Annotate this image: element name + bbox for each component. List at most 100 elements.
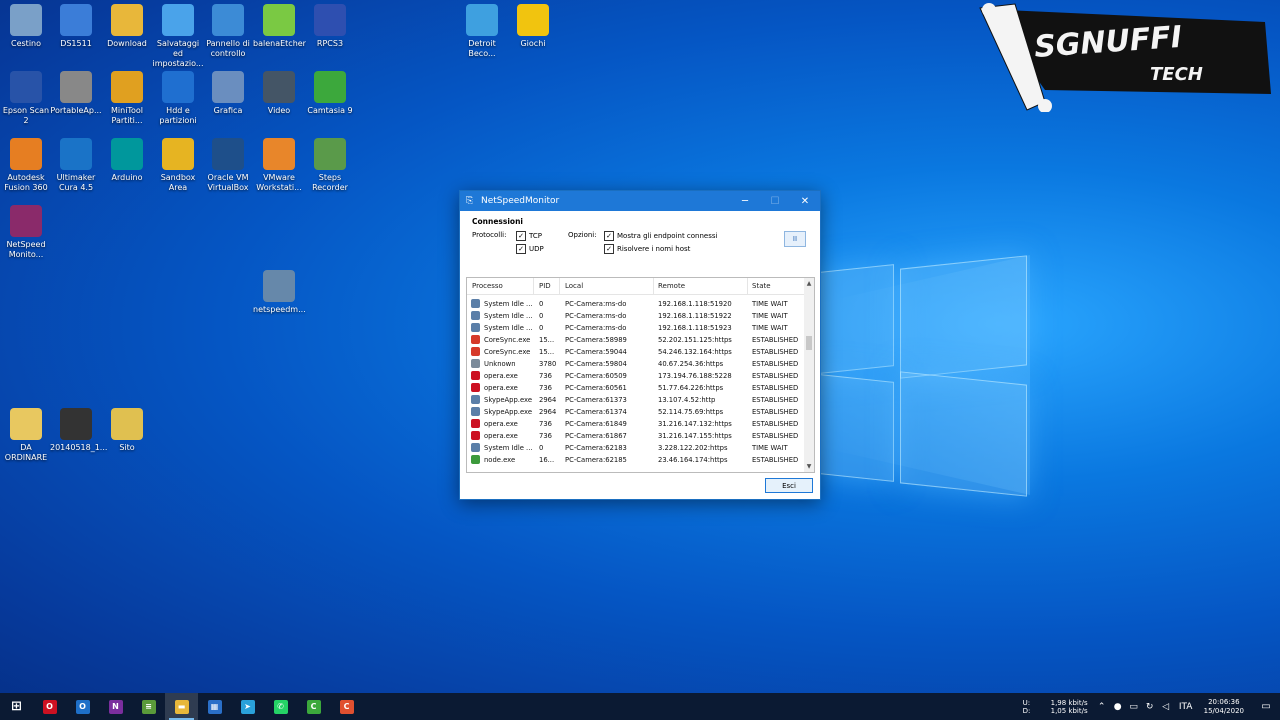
desktop-icon[interactable]: VMware Workstati... bbox=[253, 138, 305, 193]
table-row[interactable]: System Idle ... 0 PC-Camera:ms-do 192.168.1… bbox=[467, 298, 805, 310]
table-row[interactable]: SkypeApp.exe 2964 PC-Camera:61374 52.114.75… bbox=[467, 406, 805, 418]
cell-state: ESTABLISHED bbox=[752, 348, 799, 356]
chevron-up-icon[interactable]: ⌃ bbox=[1094, 702, 1110, 712]
cell-pid: 736 bbox=[539, 420, 552, 428]
coresync-icon bbox=[471, 347, 480, 356]
sync-icon[interactable]: ↻ bbox=[1142, 702, 1158, 712]
table-row[interactable]: SkypeApp.exe 2964 PC-Camera:61373 13.107.4.… bbox=[467, 394, 805, 406]
taskbar-notepadpp[interactable]: ≡ bbox=[132, 693, 165, 720]
desktop-icon[interactable]: DA ORDINARE bbox=[0, 408, 52, 463]
cell-state: ESTABLISHED bbox=[752, 384, 799, 392]
desktop-icon[interactable]: NetSpeed Monito... bbox=[0, 205, 52, 260]
desktop-icon[interactable]: RPCS3 bbox=[304, 4, 356, 49]
scroll-down-icon[interactable]: ▼ bbox=[805, 463, 813, 470]
column-header-remote[interactable]: Remote bbox=[658, 282, 685, 290]
taskbar-store[interactable]: ▦ bbox=[198, 693, 231, 720]
desktop-icon[interactable]: Download bbox=[101, 4, 153, 49]
desktop-icon[interactable]: Grafica bbox=[202, 71, 254, 116]
table-row[interactable]: opera.exe 736 PC-Camera:61867 31.216.147.15… bbox=[467, 430, 805, 442]
start-button[interactable]: ⊞ bbox=[0, 693, 33, 720]
netspeed-readout[interactable]: U: 1,98 kbit/s D: 1,05 kbit/s bbox=[1023, 699, 1088, 715]
desktop-icon[interactable]: Sandbox Area bbox=[152, 138, 204, 193]
notification-icon[interactable]: ▭ bbox=[1252, 701, 1280, 712]
table-row[interactable]: CoreSync.exe 15... PC-Camera:59044 54.246.1… bbox=[467, 346, 805, 358]
desktop-icon[interactable]: Oracle VM VirtualBox bbox=[202, 138, 254, 193]
window-titlebar[interactable]: ⎘ NetSpeedMonitor ─ ☐ ✕ bbox=[460, 191, 820, 211]
show-endpoints-checkbox[interactable]: ✓ Mostra gli endpoint connessi bbox=[604, 231, 717, 241]
desktop-icon[interactable]: Steps Recorder bbox=[304, 138, 356, 193]
cell-pid: 16... bbox=[539, 456, 555, 464]
desktop-icon[interactable]: MiniTool Partiti... bbox=[101, 71, 153, 126]
tcp-checkbox[interactable]: ✓ TCP bbox=[516, 231, 542, 241]
clock-time: 20:06:36 bbox=[1208, 697, 1240, 706]
taskbar-opera[interactable]: O bbox=[33, 693, 66, 720]
cell-local: PC-Camera:62183 bbox=[565, 444, 627, 452]
taskbar-camtasia-recorder[interactable]: C bbox=[330, 693, 363, 720]
volume-icon[interactable]: ◁ bbox=[1158, 702, 1174, 712]
scroll-thumb[interactable] bbox=[806, 336, 812, 350]
desktop-icon[interactable]: Ultimaker Cura 4.5 bbox=[50, 138, 102, 193]
rpcs3-icon bbox=[314, 4, 346, 36]
column-header-pid[interactable]: PID bbox=[539, 282, 551, 290]
connections-list[interactable]: Processo PID Local Remote State System I… bbox=[466, 277, 815, 473]
table-row[interactable]: opera.exe 736 PC-Camera:60509 173.194.76.18… bbox=[467, 370, 805, 382]
table-row[interactable]: System Idle ... 0 PC-Camera:ms-do 192.168.1… bbox=[467, 310, 805, 322]
table-row[interactable]: node.exe 16... PC-Camera:62185 23.46.164.17… bbox=[467, 454, 805, 466]
desktop-icon[interactable]: PortableAp... bbox=[50, 71, 102, 116]
taskbar-outlook[interactable]: O bbox=[66, 693, 99, 720]
desktop-icon[interactable]: Camtasia 9 bbox=[304, 71, 356, 116]
column-header-local[interactable]: Local bbox=[565, 282, 583, 290]
udp-checkbox[interactable]: ✓ UDP bbox=[516, 244, 544, 254]
cell-local: PC-Camera:61373 bbox=[565, 396, 627, 404]
desktop-icon[interactable]: Salvataggi ed impostazio... bbox=[152, 4, 204, 69]
table-row[interactable]: System Idle ... 0 PC-Camera:ms-do 192.168.1… bbox=[467, 322, 805, 334]
taskbar-telegram[interactable]: ➤ bbox=[231, 693, 264, 720]
desktop-icon[interactable]: Video bbox=[253, 71, 305, 116]
table-row[interactable]: System Idle ... 0 PC-Camera:62183 3.228.122… bbox=[467, 442, 805, 454]
cell-local: PC-Camera:60561 bbox=[565, 384, 627, 392]
table-row[interactable]: opera.exe 736 PC-Camera:60561 51.77.64.226:… bbox=[467, 382, 805, 394]
list-scrollbar[interactable]: ▲ ▼ bbox=[804, 278, 814, 472]
taskbar-explorer[interactable]: ▬ bbox=[165, 693, 198, 720]
language-indicator[interactable]: ITA bbox=[1174, 702, 1198, 712]
table-row[interactable]: CoreSync.exe 15... PC-Camera:58989 52.202.1… bbox=[467, 334, 805, 346]
taskbar-camtasia[interactable]: C bbox=[297, 693, 330, 720]
desktop-icon[interactable]: Hdd e partizioni bbox=[152, 71, 204, 126]
column-header-process[interactable]: Processo bbox=[472, 282, 503, 290]
desktop-icon[interactable]: netspeedm... bbox=[253, 270, 306, 315]
column-header-state[interactable]: State bbox=[752, 282, 771, 290]
clock[interactable]: 20:06:36 15/04/2020 bbox=[1204, 698, 1244, 716]
cell-process: SkypeApp.exe bbox=[484, 396, 533, 404]
cell-pid: 736 bbox=[539, 372, 552, 380]
desktop-icon[interactable]: Epson Scan 2 bbox=[0, 71, 52, 126]
network-icon[interactable]: ▭ bbox=[1126, 702, 1142, 712]
table-row[interactable]: Unknown 3780 PC-Camera:59804 40.67.254.36:h… bbox=[467, 358, 805, 370]
desktop-icon[interactable]: DS1511 bbox=[50, 4, 102, 49]
list-header: Processo PID Local Remote State bbox=[467, 278, 805, 295]
scroll-up-icon[interactable]: ▲ bbox=[805, 280, 813, 287]
resolve-hosts-checkbox[interactable]: ✓ Risolvere i nomi host bbox=[604, 244, 690, 254]
checkmark-icon: ✓ bbox=[516, 231, 526, 241]
taskbar-whatsapp[interactable]: ✆ bbox=[264, 693, 297, 720]
desktop-icon[interactable]: Arduino bbox=[101, 138, 153, 183]
desktop-icon[interactable]: Detroit Beco... bbox=[456, 4, 508, 59]
desktop-icon-label: Steps Recorder bbox=[312, 173, 348, 192]
desktop-icon[interactable]: balenaEtcher bbox=[253, 4, 306, 49]
table-row[interactable]: opera.exe 736 PC-Camera:61849 31.216.147.13… bbox=[467, 418, 805, 430]
desktop-icon[interactable]: Pannello di controllo bbox=[202, 4, 254, 59]
cell-state: ESTABLISHED bbox=[752, 456, 799, 464]
desktop-icon[interactable]: Cestino bbox=[0, 4, 52, 49]
minimize-button[interactable]: ─ bbox=[730, 191, 760, 211]
cell-state: TIME WAIT bbox=[752, 312, 788, 320]
desktop-icon[interactable]: Sito bbox=[101, 408, 153, 453]
desktop-icon[interactable]: 20140518_1... bbox=[50, 408, 107, 453]
desktop-icon[interactable]: Giochi bbox=[507, 4, 559, 49]
exit-button[interactable]: Esci bbox=[765, 478, 813, 493]
microphone-icon[interactable]: ● bbox=[1110, 702, 1126, 712]
close-button[interactable]: ✕ bbox=[790, 191, 820, 211]
pause-button[interactable]: II bbox=[784, 231, 806, 247]
desktop-icon[interactable]: Autodesk Fusion 360 bbox=[0, 138, 52, 193]
taskbar-onenote[interactable]: N bbox=[99, 693, 132, 720]
desktop-icon-label: Ultimaker Cura 4.5 bbox=[56, 173, 96, 192]
cell-process: SkypeApp.exe bbox=[484, 408, 533, 416]
